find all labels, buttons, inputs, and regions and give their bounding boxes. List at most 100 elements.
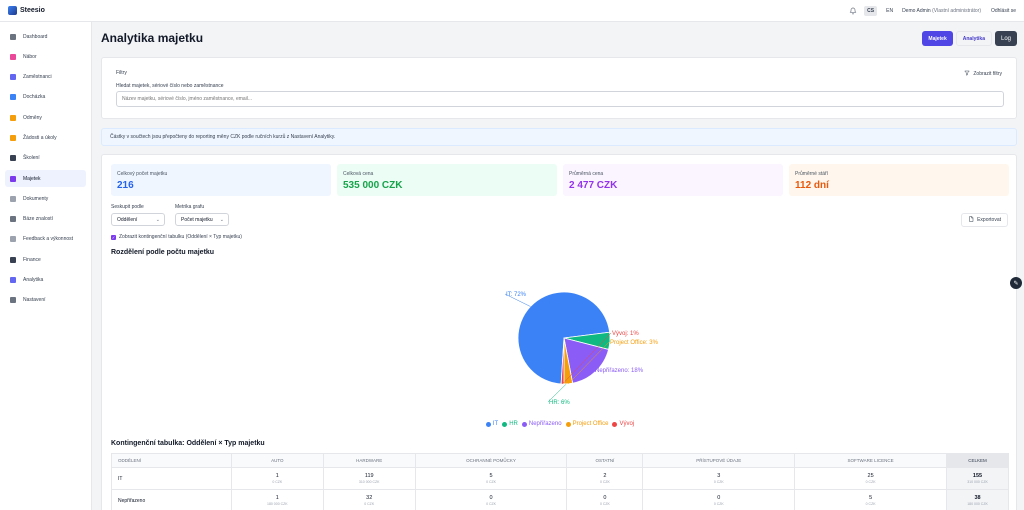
bell-icon[interactable] [848, 6, 858, 16]
table-cell: 30 CZK [642, 467, 796, 490]
cell-count: 5 [489, 473, 493, 479]
legend-label: HR [509, 421, 518, 427]
documents-icon [10, 195, 16, 202]
sidebar-item-label: Feedback a výkonnost [23, 236, 74, 243]
log-button[interactable]: Log [994, 31, 1017, 46]
sidebar-item-assets[interactable]: Majetek [5, 170, 86, 188]
pie-slice-label: Nepřiřazeno: 18% [595, 368, 644, 374]
table-cell: 32 0 CZK [322, 489, 416, 510]
group-by-label: Seskupit podle [111, 204, 144, 210]
stat-average-price: Průměrná cena 2 477 CZK [563, 164, 783, 196]
stat-average-age: Průměrné stáří 112 dní [789, 164, 1009, 196]
table-cell: 00 CZK [642, 489, 796, 510]
lang-en-button[interactable]: EN [883, 6, 896, 16]
legend-item[interactable]: HR [502, 421, 518, 427]
table-header[interactable]: Oddělení [111, 453, 232, 468]
table-header[interactable]: Software licence [794, 453, 947, 468]
app-logo[interactable]: Steesio [8, 6, 98, 15]
user-info[interactable]: Demo Admin (Vlastní administrátor) [902, 8, 981, 14]
legend-item[interactable]: Project Office [565, 421, 608, 427]
table-header[interactable]: Přístupové údaje [642, 453, 796, 468]
chart-legend: IT HR Nepřiřazeno Project Office Vývoj [102, 421, 1018, 427]
user-name: Demo Admin [902, 8, 931, 14]
table-title: Kontingenční tabulka: Oddělení × Typ maj… [111, 440, 265, 447]
table-cell: 1 180 000 CZK [230, 489, 324, 510]
cell-count: 32 [366, 495, 373, 501]
sidebar-item-reward[interactable]: Odměny [5, 109, 86, 126]
metric-value: Počet majetku [181, 216, 213, 223]
page-title: Analytika majetku [101, 31, 204, 45]
cell-count: 38 [974, 495, 981, 501]
sidebar-item-label: Odměny [23, 114, 42, 121]
table-header[interactable]: Ostatní [566, 453, 644, 468]
analytics-tab-button[interactable]: Analytika [955, 31, 992, 46]
stat-value: 2 477 CZK [569, 180, 618, 191]
table-header[interactable]: Celkem [946, 453, 1009, 468]
sidebar-item-feedback[interactable]: Feedback a výkonnost [5, 231, 86, 248]
group-by-select[interactable]: Oddělení ⌄ [111, 213, 165, 226]
legend-item[interactable]: Vývoj [612, 421, 634, 427]
dashboard-icon [10, 33, 16, 40]
sidebar-item-label: Majetek [23, 175, 41, 182]
sidebar-item-users[interactable]: Zaměstnanci [5, 69, 86, 86]
sidebar-item-label: Dokumenty [23, 195, 49, 202]
stat-label: Celková cena [343, 171, 374, 177]
stat-total-price: Celková cena 535 000 CZK [337, 164, 557, 196]
sidebar-item-knowledge[interactable]: Báze znalostí [5, 211, 86, 228]
pie-slice-label: IT: 72% [506, 292, 527, 298]
legend-item[interactable]: IT [485, 421, 499, 427]
training-icon [10, 155, 16, 162]
legend-dot-icon [565, 421, 571, 427]
sidebar-item-finance[interactable]: Finance [5, 251, 86, 268]
cell-amount: 180 000 CZK [267, 502, 288, 506]
sidebar: Dashboard Nábor Zaměstnanci Docházka Odměny Ž… [0, 22, 92, 510]
sidebar-item-settings[interactable]: Nastavení [5, 292, 86, 309]
cell-count: 2 [603, 473, 607, 479]
stat-label: Průměrná cena [569, 171, 604, 177]
table-header[interactable]: Ochranné pomůcky [414, 453, 568, 468]
sidebar-item-label: Finance [23, 256, 41, 263]
stat-value: 112 dní [795, 180, 829, 191]
crosstab-toggle[interactable]: ✓ Zobrazit kontingenční tabulku (Oddělen… [111, 234, 242, 240]
sidebar-item-documents[interactable]: Dokumenty [5, 190, 86, 207]
feedback-icon [10, 236, 16, 243]
checkbox-checked-icon[interactable]: ✓ [111, 234, 116, 240]
cell-amount: 0 CZK [713, 480, 724, 484]
logout-link[interactable]: Odhlásit se [991, 8, 1016, 14]
row-label: Nepřiřazeno [111, 489, 232, 510]
legend-item[interactable]: Nepřiřazeno [521, 421, 562, 427]
sidebar-item-dashboard[interactable]: Dashboard [5, 28, 86, 45]
metric-select[interactable]: Počet majetku ⌄ [175, 213, 229, 226]
sidebar-item-calendar[interactable]: Docházka [5, 89, 86, 106]
table-cell: 20 CZK [566, 467, 644, 490]
assets-icon [10, 175, 16, 182]
cell-count: 0 [717, 495, 721, 501]
cell-amount: 310 000 CZK [967, 480, 988, 484]
lang-cs-button[interactable]: CS [864, 6, 878, 16]
assets-tab-button[interactable]: Majetek [922, 31, 953, 46]
export-button[interactable]: Exportovat [961, 213, 1008, 227]
search-input[interactable] [116, 91, 1004, 107]
pie-chart: IT: 72% HR: 6% Nepřiřazeno: 18% Project Off… [504, 291, 659, 406]
app-name: Steesio [20, 7, 45, 14]
show-filters-button[interactable]: Zobrazit filtry [964, 70, 1002, 78]
cell-amount: 0 CZK [486, 502, 497, 506]
show-filters-label: Zobrazit filtry [973, 71, 1002, 77]
sidebar-item-recruitment[interactable]: Nábor [5, 48, 86, 65]
sidebar-item-label: Nábor [23, 53, 37, 60]
cell-amount: 0 CZK [865, 480, 876, 484]
cell-amount: 310 000 CZK [358, 480, 380, 484]
table-row: Nepřiřazeno 1 180 000 CZK 32 0 CZK 0 0 CZK 0 0 C… [111, 489, 1009, 510]
table-header[interactable]: Auto [230, 453, 324, 468]
sidebar-item-analytics[interactable]: Analytika [5, 272, 86, 289]
feedback-float-button[interactable]: ✎ [1010, 277, 1022, 289]
legend-label: IT [492, 421, 499, 427]
table-header[interactable]: Hardware [322, 453, 416, 468]
sidebar-item-tasks[interactable]: Žádosti a úkoly [5, 129, 86, 146]
sidebar-item-training[interactable]: Školení [5, 150, 86, 167]
users-icon [10, 74, 16, 81]
stat-label: Průměrné stáří [795, 171, 829, 177]
filters-title: Filtry [116, 70, 127, 76]
legend-dot-icon [485, 421, 491, 427]
cell-amount: 0 CZK [599, 502, 610, 506]
